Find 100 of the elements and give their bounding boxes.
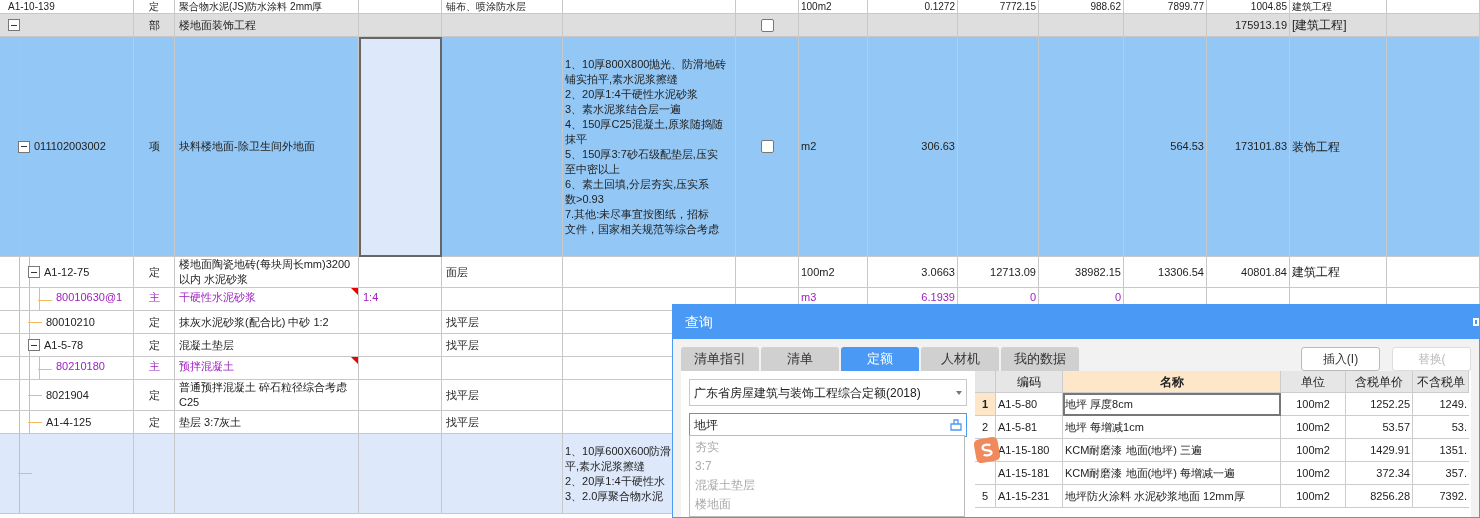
description-line: 平,素水泥浆擦缝 bbox=[565, 458, 646, 474]
description-line: 文件，国家相关规范等综合考虑 bbox=[565, 221, 719, 237]
table-cell: 7392. bbox=[1413, 485, 1469, 508]
table-cell: 楼地面陶瓷地砖(每块周长mm)3200以内 水泥砂浆 bbox=[175, 257, 359, 288]
description-line: 7.其他:未尽事宜按图纸，招标 bbox=[565, 206, 710, 222]
table-cell: KCM耐磨漆 地面(地坪) 三遍 bbox=[1063, 439, 1281, 462]
item-code: A1-10-139 bbox=[8, 1, 55, 12]
column-header[interactable]: 编码 bbox=[996, 371, 1063, 393]
column-header[interactable]: 含税单价 bbox=[1346, 371, 1413, 393]
column-header[interactable]: 名称 bbox=[1063, 371, 1281, 393]
item-code: A1-4-125 bbox=[46, 414, 92, 430]
collapse-toggle[interactable] bbox=[28, 266, 40, 278]
table-cell: 垫层 3:7灰土 bbox=[175, 411, 359, 434]
table-cell: 主 bbox=[134, 357, 175, 380]
table-cell: 地坪 厚度8cm bbox=[1063, 393, 1281, 416]
table-cell: 173101.83 bbox=[1207, 37, 1290, 257]
table-cell: m2 bbox=[799, 37, 868, 257]
table-cell: 块料楼地面-除卫生间外地面 bbox=[175, 37, 359, 257]
table-cell: 抹灰水泥砂浆(配合比) 中砂 1:2 bbox=[175, 311, 359, 334]
table-cell: 306.63 bbox=[868, 37, 958, 257]
table-cell: 7899.77 bbox=[1124, 0, 1207, 14]
description-line: 6、素土回填,分层夯实,压实系 bbox=[565, 176, 710, 192]
description-line: 1、10厚800X800抛光、防滑地砖 bbox=[565, 56, 727, 72]
description-line: 5、150厚3:7砂石级配垫层,压实 bbox=[565, 146, 718, 162]
description-line: 抹平 bbox=[565, 131, 587, 147]
item-code: 80210180 bbox=[56, 359, 105, 374]
tab[interactable]: 我的数据 bbox=[1001, 347, 1079, 371]
dialog-button[interactable]: 插入(I) bbox=[1301, 347, 1380, 371]
table-cell: KCM耐磨漆 地面(地坪) 每增减一遍 bbox=[1063, 462, 1281, 485]
table-cell: 7772.15 bbox=[958, 0, 1039, 14]
table-cell: 定 bbox=[134, 0, 175, 14]
table-cell: 1252.25 bbox=[1346, 393, 1413, 416]
corner-cell bbox=[975, 371, 996, 393]
item-code: 8021904 bbox=[46, 387, 89, 403]
item-code: 011102003002 bbox=[34, 139, 106, 154]
dialog-title: 查询 bbox=[685, 312, 713, 332]
table-cell: 定 bbox=[134, 311, 175, 334]
description-line: 2、20厚1:4干硬性水 bbox=[565, 473, 665, 489]
table-cell: 100m2 bbox=[799, 257, 868, 288]
description-line: 至中密以上 bbox=[565, 161, 620, 177]
table-cell: 564.53 bbox=[1124, 37, 1207, 257]
table-cell: 1351. bbox=[1413, 439, 1469, 462]
table-cell: 100m2 bbox=[1281, 393, 1346, 416]
table-cell: 找平层 bbox=[442, 411, 563, 434]
table-cell: 357. bbox=[1413, 462, 1469, 485]
table-cell: 100m2 bbox=[799, 0, 868, 14]
table-cell: 100m2 bbox=[1281, 485, 1346, 508]
table-cell: 定 bbox=[134, 411, 175, 434]
table-cell: 53.57 bbox=[1346, 416, 1413, 439]
table-cell: 100m2 bbox=[1281, 462, 1346, 485]
library-dropdown[interactable]: 广东省房屋建筑与装饰工程综合定额(2018) bbox=[689, 379, 967, 406]
maximize-icon[interactable] bbox=[1473, 318, 1479, 326]
table-cell: 12713.09 bbox=[958, 257, 1039, 288]
table-cell: 预拌混凝土 bbox=[175, 357, 359, 380]
table-cell: A1-5-80 bbox=[996, 393, 1063, 416]
collapse-toggle[interactable] bbox=[28, 339, 40, 351]
table-cell: 面层 bbox=[442, 257, 563, 288]
table-cell: 楼地面装饰工程 bbox=[175, 14, 359, 37]
item-code: A1-12-75 bbox=[44, 264, 90, 280]
table-cell: 装饰工程 bbox=[1290, 37, 1387, 257]
row-number: 2 bbox=[975, 416, 996, 439]
table-cell: 38982.15 bbox=[1039, 257, 1124, 288]
table-cell: 0.1272 bbox=[868, 0, 958, 14]
table-cell: 混凝土垫层 bbox=[175, 334, 359, 357]
table-cell: 定 bbox=[134, 380, 175, 411]
row-number: 5 bbox=[975, 485, 996, 508]
description-line: 1、10厚600X600防滑 bbox=[565, 443, 672, 459]
table-cell: A1-15-181 bbox=[996, 462, 1063, 485]
table-cell: 8256.28 bbox=[1346, 485, 1413, 508]
table-cell: [建筑工程] bbox=[1290, 14, 1387, 37]
checkbox[interactable] bbox=[760, 18, 774, 32]
table-cell: 1:4 bbox=[359, 288, 442, 311]
table-cell: 13306.54 bbox=[1124, 257, 1207, 288]
table-cell: A1-5-81 bbox=[996, 416, 1063, 439]
item-code: A1-5-78 bbox=[44, 337, 84, 353]
table-cell: 地坪 每增减1cm bbox=[1063, 416, 1281, 439]
table-cell: 定 bbox=[134, 257, 175, 288]
tab[interactable]: 清单指引 bbox=[681, 347, 759, 371]
collapse-toggle[interactable] bbox=[8, 19, 20, 31]
table-cell: 铺布、喷涂防水层 bbox=[442, 0, 563, 14]
table-cell: 干硬性水泥砂浆 bbox=[175, 288, 359, 311]
tab[interactable]: 人材机 bbox=[921, 347, 999, 371]
table-cell: 100m2 bbox=[1281, 439, 1346, 462]
table-cell: 1004.85 bbox=[1207, 0, 1290, 14]
collapse-toggle[interactable] bbox=[18, 140, 30, 153]
table-cell: 1429.91 bbox=[1346, 439, 1413, 462]
table-cell: 地坪防火涂料 水泥砂浆地面 12mm厚 bbox=[1063, 485, 1281, 508]
item-code: 80010630@1 bbox=[56, 290, 123, 305]
description-line: 2、20厚1:4干硬性水泥砂浆 bbox=[565, 86, 698, 102]
clear-brush-icon[interactable] bbox=[950, 419, 962, 431]
checkbox[interactable] bbox=[760, 140, 774, 153]
table-cell: 1249. bbox=[1413, 393, 1469, 416]
search-field[interactable]: 地坪 bbox=[689, 413, 967, 437]
column-header[interactable]: 单位 bbox=[1281, 371, 1346, 393]
table-cell: 372.34 bbox=[1346, 462, 1413, 485]
tab[interactable]: 清单 bbox=[761, 347, 839, 371]
description-line: 3、素水泥浆结合层一遍 bbox=[565, 101, 682, 117]
column-header[interactable]: 不含税单 bbox=[1413, 371, 1469, 393]
table-cell: 53. bbox=[1413, 416, 1469, 439]
caret-icon bbox=[956, 390, 962, 395]
